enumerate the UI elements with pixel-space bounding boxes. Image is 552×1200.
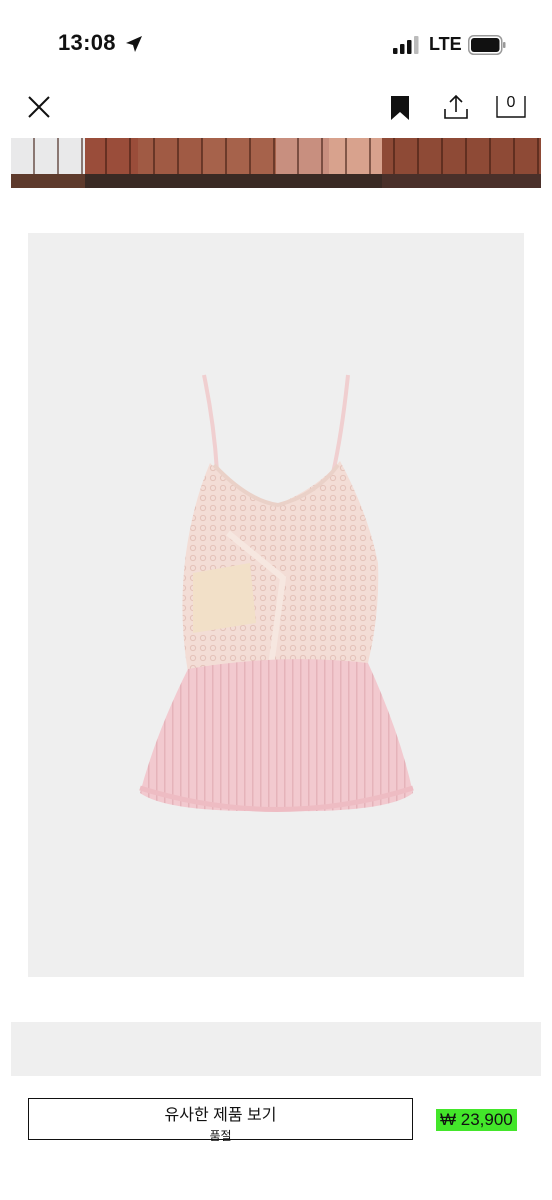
status-time: 13:08 bbox=[58, 30, 116, 55]
view-similar-label: 유사한 제품 보기 bbox=[164, 1107, 277, 1124]
close-icon[interactable] bbox=[24, 92, 54, 122]
battery-icon bbox=[468, 35, 506, 55]
bag-count: 0 bbox=[506, 94, 516, 111]
photo-bricks bbox=[11, 138, 541, 176]
share-icon[interactable] bbox=[442, 92, 470, 122]
photo-ground bbox=[11, 174, 541, 188]
signal-icon bbox=[393, 36, 419, 54]
view-similar-button[interactable]: 유사한 제품 보기 품절 bbox=[28, 1098, 413, 1143]
dress-image bbox=[139, 374, 414, 812]
bookmark-icon[interactable] bbox=[388, 95, 412, 121]
location-arrow-icon bbox=[126, 36, 142, 52]
product-image bbox=[28, 233, 524, 977]
previous-product-photo bbox=[11, 138, 541, 188]
sold-out-label: 품절 bbox=[209, 1129, 232, 1143]
network-type: LTE bbox=[429, 34, 462, 54]
gallery-placeholder bbox=[11, 1022, 541, 1076]
price-tag: ₩ 23,900 bbox=[436, 1109, 517, 1131]
status-bar: 13:08 LTE bbox=[0, 0, 552, 88]
